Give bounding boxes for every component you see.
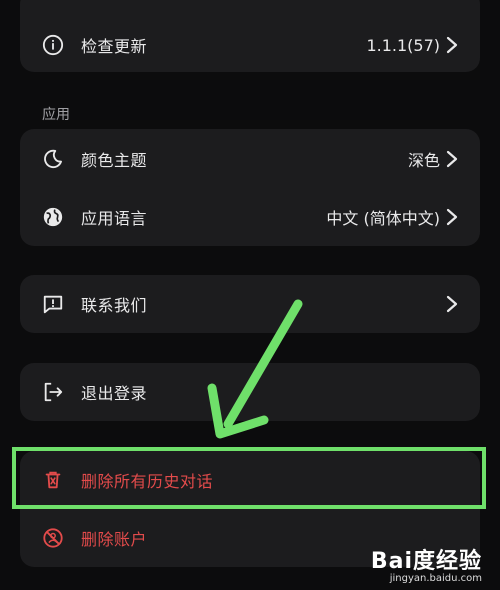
delete-history-label: 删除所有历史对话 xyxy=(81,472,214,491)
version-value: 1.1.1(57) xyxy=(366,35,440,55)
theme-label: 颜色主题 xyxy=(81,151,148,170)
app-settings-card: 颜色主题 深色 应用语言 中文 (简体中文) xyxy=(20,129,480,246)
language-value: 中文 (简体中文) xyxy=(326,209,440,228)
watermark-brand: Bai度经验 xyxy=(370,549,482,574)
chevron-right-icon xyxy=(446,295,458,313)
language-row[interactable]: 应用语言 中文 (简体中文) xyxy=(20,188,480,246)
trash-icon xyxy=(42,469,64,491)
contact-row[interactable]: 联系我们 xyxy=(20,275,480,333)
check-update-label: 检查更新 xyxy=(81,37,148,56)
block-icon xyxy=(42,527,64,549)
contact-card: 联系我们 xyxy=(20,275,480,333)
about-card: 检查更新 1.1.1(57) xyxy=(20,0,480,72)
theme-value: 深色 xyxy=(407,151,440,170)
section-header-app: 应用 xyxy=(42,107,70,123)
chevron-right-icon xyxy=(446,208,458,226)
logout-label: 退出登录 xyxy=(81,384,148,403)
chevron-right-icon xyxy=(446,150,458,168)
check-update-row[interactable]: 检查更新 1.1.1(57) xyxy=(20,16,480,74)
logout-card: 退出登录 xyxy=(20,363,480,421)
logout-icon xyxy=(42,381,64,403)
info-icon xyxy=(42,34,64,56)
language-label: 应用语言 xyxy=(81,209,148,228)
logout-row[interactable]: 退出登录 xyxy=(20,363,480,421)
chevron-right-icon xyxy=(446,36,458,54)
theme-row[interactable]: 颜色主题 深色 xyxy=(20,130,480,188)
moon-icon xyxy=(42,148,64,170)
delete-history-row[interactable]: 删除所有历史对话 xyxy=(20,451,480,509)
watermark: Bai度经验 jingyan.baidu.com xyxy=(371,543,482,584)
globe-icon xyxy=(42,206,64,228)
delete-account-label: 删除账户 xyxy=(81,530,148,549)
feedback-icon xyxy=(42,293,64,315)
contact-label: 联系我们 xyxy=(81,296,148,315)
